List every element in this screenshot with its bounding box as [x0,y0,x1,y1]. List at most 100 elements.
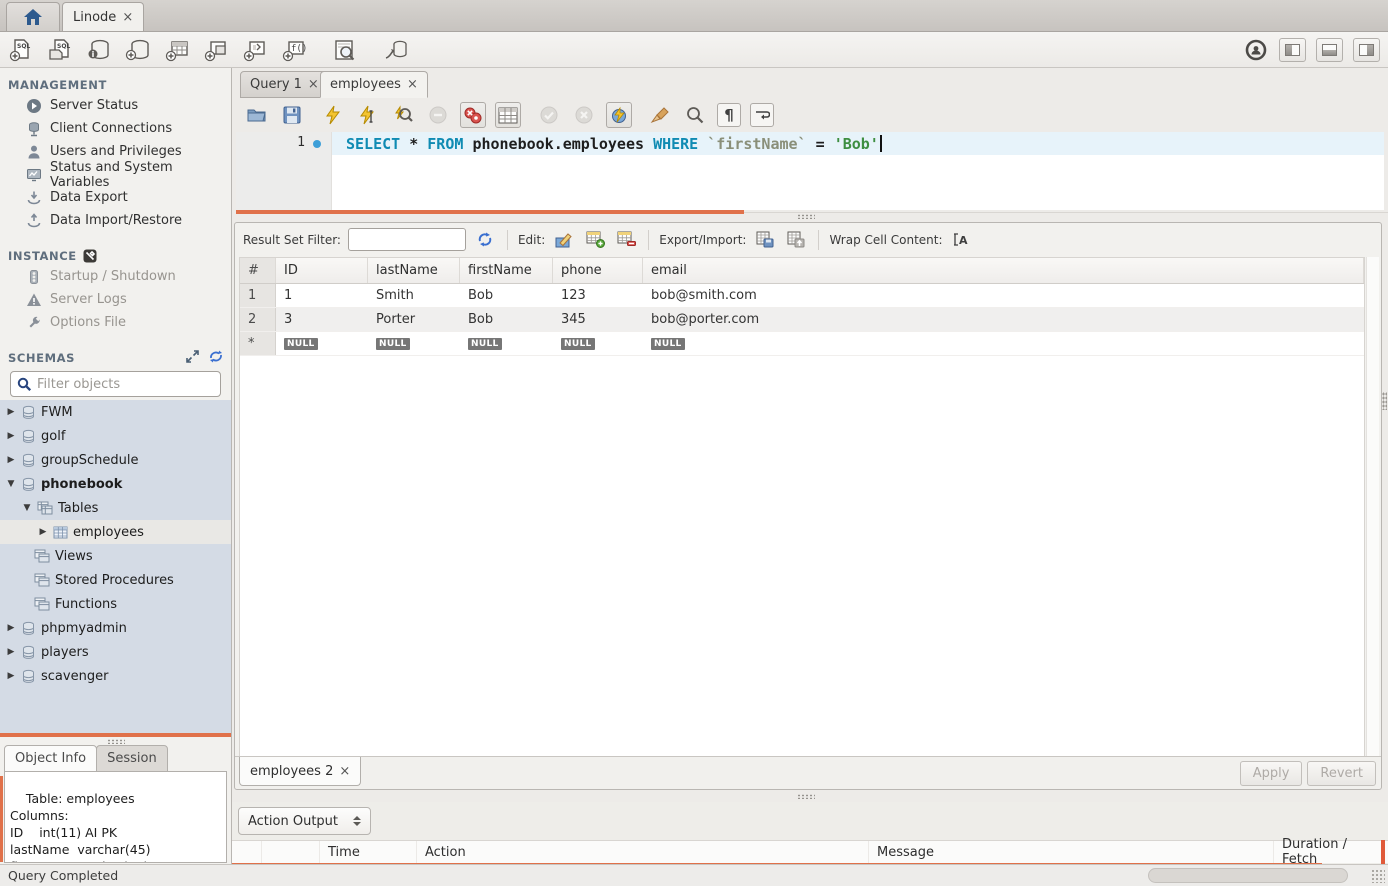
toggle-invisible-characters-icon[interactable]: ¶ [717,103,741,127]
reconnect-database-icon[interactable] [383,37,409,63]
open-sql-script-icon[interactable]: SQL [47,37,73,63]
expand-arrow-icon[interactable]: ▶ [6,671,16,681]
stop-query-icon[interactable] [425,102,451,128]
tab-object-info[interactable]: Object Info [4,745,97,772]
selector-spinner-icon[interactable] [353,816,361,826]
expand-arrow-icon[interactable]: ▶ [6,647,16,657]
refresh-schemas-icon[interactable] [209,350,223,363]
expand-arrow-icon[interactable]: ▶ [6,407,16,417]
add-row-icon[interactable] [583,229,607,251]
schema-item-phonebook[interactable]: ▼ phonebook [0,472,231,496]
expand-schemas-icon[interactable] [186,350,199,363]
schema-item-groupschedule[interactable]: ▶ groupSchedule [0,448,231,472]
schema-item-golf[interactable]: ▶ golf [0,424,231,448]
open-script-icon[interactable] [244,102,270,128]
sidebar-splitter[interactable] [0,733,231,737]
output-column-message[interactable]: Message [869,841,1274,863]
connection-info-icon[interactable] [1243,37,1269,63]
toggle-bottom-panel-button[interactable] [1316,38,1343,62]
column-header-email[interactable]: email [643,258,1364,283]
apply-button[interactable]: Apply [1240,761,1303,786]
close-icon[interactable]: × [339,764,350,779]
horizontal-scrollbar-thumb[interactable] [1148,868,1348,883]
create-view-icon[interactable] [203,37,229,63]
create-table-icon[interactable] [164,37,190,63]
output-column-time[interactable]: Time [320,841,417,863]
table-row[interactable]: 2 3 Porter Bob 345 bob@porter.com [240,308,1364,332]
save-script-icon[interactable] [279,102,305,128]
sidebar-item-server-logs[interactable]: Server Logs [0,288,231,311]
tab-query-1[interactable]: Query 1 × [240,71,329,98]
tree-item-stored-procedures[interactable]: Stored Procedures [0,568,231,592]
output-column-action[interactable]: Action [417,841,869,863]
toggle-left-sidebar-button[interactable] [1279,38,1306,62]
rollback-icon[interactable] [571,102,597,128]
import-records-icon[interactable] [784,229,808,251]
edit-cell-icon[interactable] [552,229,576,251]
output-column-duration[interactable]: Duration / Fetch [1274,841,1388,863]
sidebar-item-status-system-variables[interactable]: Status and System Variables [0,163,231,186]
tab-session[interactable]: Session [96,745,168,772]
window-resize-grip[interactable] [1371,869,1385,883]
column-header-hash[interactable]: # [240,258,276,283]
create-schema-icon[interactable] [125,37,151,63]
sidebar-item-client-connections[interactable]: Client Connections [0,117,231,140]
toggle-right-sidebar-button[interactable] [1353,38,1380,62]
result-tab-employees-2[interactable]: employees 2 × [239,757,361,786]
tree-item-tables[interactable]: ▼ Tables [0,496,231,520]
column-header-phone[interactable]: phone [553,258,643,283]
tree-item-employees[interactable]: ▶ employees [0,520,231,544]
close-icon[interactable]: × [308,77,319,92]
explain-statement-icon[interactable] [390,102,416,128]
sidebar-item-data-import[interactable]: Data Import/Restore [0,209,231,232]
expand-arrow-icon[interactable]: ▶ [6,431,16,441]
sidebar-item-server-status[interactable]: Server Status [0,94,231,117]
find-icon[interactable] [682,102,708,128]
toggle-word-wrap-icon[interactable] [750,103,774,127]
new-row-placeholder[interactable]: * NULL NULL NULL NULL NULL [240,332,1364,356]
create-function-icon[interactable]: f() [281,37,307,63]
splitter-grip[interactable] [797,794,815,799]
toggle-autocommit-icon[interactable] [606,102,632,128]
splitter-grip[interactable] [797,214,815,219]
home-tab[interactable] [6,2,60,31]
collapse-arrow-icon[interactable]: ▼ [6,479,16,489]
close-icon[interactable]: × [407,77,418,92]
column-header-id[interactable]: ID [276,258,368,283]
output-view-selector[interactable]: Action Output [238,807,371,835]
schema-item-phpmyadmin[interactable]: ▶ phpmyadmin [0,616,231,640]
wrap-cell-content-icon[interactable]: A [950,229,974,251]
toggle-stop-on-error-icon[interactable] [460,102,486,128]
splitter-grip[interactable] [107,739,125,744]
expand-arrow-icon[interactable]: ▶ [6,623,16,633]
sql-line-1[interactable]: SELECT * FROM phonebook.employees WHERE … [332,132,1384,155]
expand-arrow-icon[interactable]: ▶ [38,527,48,537]
schema-item-fwm[interactable]: ▶ FWM [0,400,231,424]
beautify-script-icon[interactable] [647,102,673,128]
tree-item-views[interactable]: Views [0,544,231,568]
result-filter-input[interactable] [348,228,466,251]
schema-filter-input[interactable] [37,377,214,392]
column-header-firstname[interactable]: firstName [460,258,553,283]
schema-item-scavenger[interactable]: ▶ scavenger [0,664,231,688]
limit-rows-icon[interactable] [495,102,521,128]
refresh-results-icon[interactable] [473,229,497,251]
connection-tab[interactable]: Linode × [62,2,144,31]
export-results-icon[interactable] [753,229,777,251]
schema-item-players[interactable]: ▶ players [0,640,231,664]
expand-arrow-icon[interactable]: ▶ [6,455,16,465]
tab-employees[interactable]: employees × [320,71,428,98]
sidebar-item-startup-shutdown[interactable]: Startup / Shutdown [0,265,231,288]
create-procedure-icon[interactable] [242,37,268,63]
column-header-lastname[interactable]: lastName [368,258,460,283]
close-icon[interactable]: × [122,10,133,25]
execute-current-statement-icon[interactable] [355,102,381,128]
search-data-icon[interactable] [332,37,358,63]
editor-result-splitter[interactable] [236,210,744,214]
delete-row-icon[interactable] [614,229,638,251]
revert-button[interactable]: Revert [1307,761,1376,786]
tree-item-functions[interactable]: Functions [0,592,231,616]
collapse-arrow-icon[interactable]: ▼ [22,503,32,513]
commit-icon[interactable] [536,102,562,128]
table-row[interactable]: 1 1 Smith Bob 123 bob@smith.com [240,284,1364,308]
